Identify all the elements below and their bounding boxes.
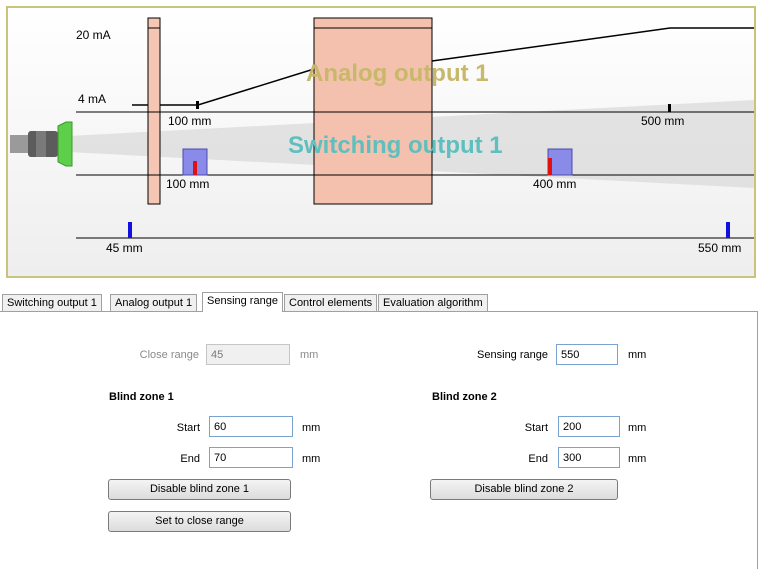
bz1-end-input[interactable] xyxy=(209,447,293,468)
bz2-end-input[interactable] xyxy=(558,447,620,468)
tab-switching-output-1[interactable]: Switching output 1 xyxy=(2,294,102,311)
switch-end-label: 400 mm xyxy=(533,177,577,191)
switch-end-red-marker xyxy=(548,158,552,175)
blind-zone-1-title: Blind zone 1 xyxy=(109,391,174,403)
tab-strip: Switching output 1 Analog output 1 Sensi… xyxy=(0,292,764,312)
switching-output-title: Switching output 1 xyxy=(288,132,503,159)
range-end-label: 550 mm xyxy=(698,241,742,255)
disable-blind-zone-1-button[interactable]: Disable blind zone 1 xyxy=(108,479,291,500)
current-high-label: 20 mA xyxy=(76,28,111,42)
close-range-input xyxy=(206,344,290,365)
bz1-start-unit: mm xyxy=(302,422,321,434)
close-range-label: Close range xyxy=(139,349,199,361)
close-range-unit: mm xyxy=(300,349,319,361)
range-start-marker[interactable] xyxy=(128,222,132,238)
bz2-start-input[interactable] xyxy=(558,416,620,437)
analog-curve-mid xyxy=(160,68,315,106)
range-end-marker[interactable] xyxy=(726,222,730,238)
range-start-label: 45 mm xyxy=(106,241,143,255)
blind-zone-2-title: Blind zone 2 xyxy=(432,391,497,403)
bz1-start-label: Start xyxy=(176,422,200,434)
analog-curve-end xyxy=(431,27,754,62)
blind-zone-2[interactable] xyxy=(313,17,433,205)
current-low-label: 4 mA xyxy=(78,92,107,106)
sensor-diagram: 20 mA 4 mA Analog output 1 Switching out… xyxy=(6,6,756,278)
bz2-start-unit: mm xyxy=(628,422,647,434)
tab-sensing-range[interactable]: Sensing range xyxy=(202,292,283,312)
switch-start-label: 100 mm xyxy=(166,177,210,191)
sensor-body-highlight xyxy=(36,131,46,157)
blind-zone-1[interactable] xyxy=(147,17,161,205)
bz2-end-label: End xyxy=(528,453,548,465)
sensing-range-label: Sensing range xyxy=(477,349,548,361)
sensing-range-panel: Close range mm Sensing range mm Blind zo… xyxy=(0,311,758,569)
sensor-housing xyxy=(10,135,30,153)
analog-end-label: 500 mm xyxy=(641,114,685,128)
sensor-transducer xyxy=(57,121,73,167)
analog-start-marker[interactable] xyxy=(196,101,199,109)
sensing-range-unit: mm xyxy=(628,349,647,361)
bz2-start-label: Start xyxy=(524,422,548,434)
bz2-end-unit: mm xyxy=(628,453,647,465)
set-to-close-range-button[interactable]: Set to close range xyxy=(108,511,291,532)
analog-start-label: 100 mm xyxy=(168,114,212,128)
bz1-end-unit: mm xyxy=(302,453,321,465)
sensing-range-input[interactable] xyxy=(556,344,618,365)
tab-control-elements[interactable]: Control elements xyxy=(284,294,378,311)
bz1-end-label: End xyxy=(180,453,200,465)
tab-evaluation-algorithm[interactable]: Evaluation algorithm xyxy=(378,294,488,311)
switch-start-red-marker xyxy=(193,161,197,175)
analog-end-marker[interactable] xyxy=(668,104,671,112)
analog-output-title: Analog output 1 xyxy=(306,60,489,87)
tab-analog-output-1[interactable]: Analog output 1 xyxy=(110,294,198,311)
disable-blind-zone-2-button[interactable]: Disable blind zone 2 xyxy=(430,479,618,500)
bz1-start-input[interactable] xyxy=(209,416,293,437)
